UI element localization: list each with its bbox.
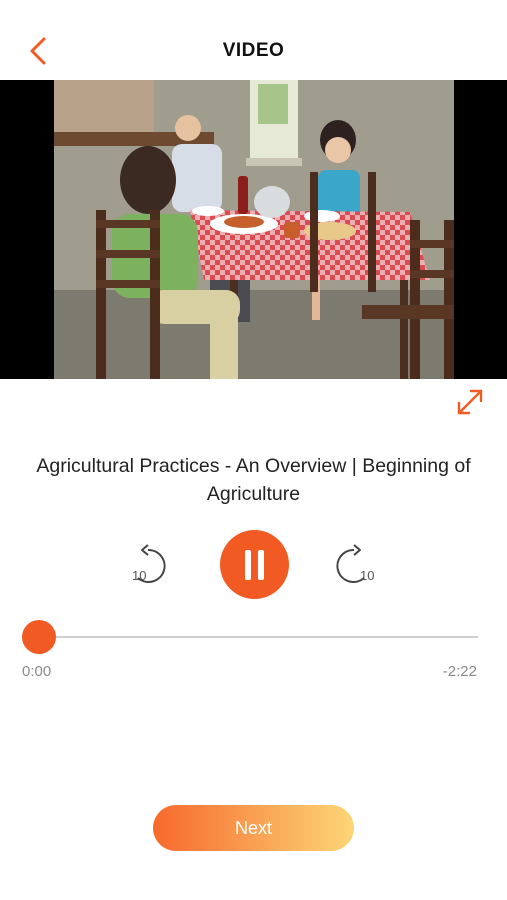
- progress-knob[interactable]: [22, 620, 56, 654]
- progress-track[interactable]: [22, 636, 478, 638]
- rewind-seconds-label: 10: [132, 568, 147, 583]
- header: VIDEO: [0, 0, 507, 80]
- fullscreen-button[interactable]: [452, 384, 488, 420]
- forward-seconds-label: 10: [360, 568, 375, 583]
- pause-button[interactable]: [220, 530, 289, 599]
- forward-10-icon: [336, 544, 365, 583]
- expand-icon: [457, 389, 483, 415]
- next-button[interactable]: Next: [153, 805, 354, 851]
- rewind-button[interactable]: 10: [126, 544, 176, 588]
- current-time: 0:00: [22, 663, 52, 680]
- page-title: VIDEO: [222, 40, 285, 61]
- remaining-time: -2:22: [442, 663, 477, 680]
- forward-button[interactable]: 10: [332, 544, 382, 588]
- video-title: Agricultural Practices - An Overview | B…: [36, 455, 471, 505]
- video-frame: [0, 80, 507, 379]
- video-player[interactable]: [0, 80, 507, 379]
